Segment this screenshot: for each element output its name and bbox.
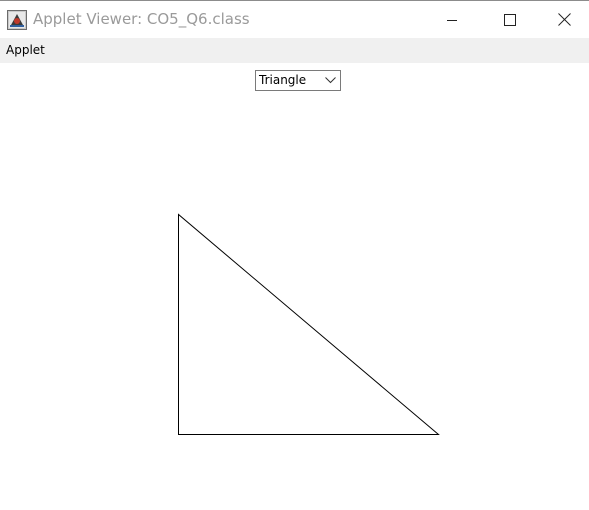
applet-canvas-area: Triangle <box>0 63 589 510</box>
shape-choice-selected: Triangle <box>259 73 307 87</box>
applet-viewer-window: Applet Viewer: CO5_Q6.class Applet Trian… <box>0 0 589 510</box>
shape-choice-dropdown[interactable]: Triangle <box>255 70 341 91</box>
close-icon <box>557 13 571 26</box>
maximize-button[interactable] <box>481 1 539 38</box>
java-applet-icon[interactable] <box>7 10 27 30</box>
maximize-icon <box>504 13 516 26</box>
minimize-icon <box>447 19 457 21</box>
window-title: Applet Viewer: CO5_Q6.class <box>33 10 250 28</box>
menu-bar: Applet <box>0 38 589 63</box>
menu-item-applet[interactable]: Applet <box>6 43 45 57</box>
title-bar[interactable]: Applet Viewer: CO5_Q6.class <box>0 1 589 38</box>
triangle-shape <box>178 213 440 435</box>
drawing-canvas <box>178 213 440 435</box>
chevron-down-icon <box>325 77 336 84</box>
minimize-button[interactable] <box>423 1 481 38</box>
close-button[interactable] <box>539 1 589 38</box>
